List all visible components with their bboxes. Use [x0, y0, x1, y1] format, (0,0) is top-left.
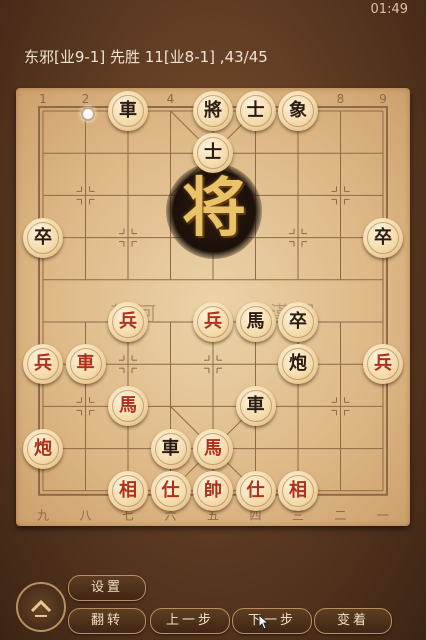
check-emblem: 将 — [166, 163, 262, 259]
top-coord: 1 — [39, 92, 47, 106]
bottom-coord: 八 — [79, 508, 92, 523]
flip-board-button[interactable]: 翻转 — [68, 608, 146, 634]
top-coord: 2 — [81, 92, 90, 106]
piece-label: 兵 — [119, 311, 137, 332]
piece-label: 車 — [76, 353, 95, 375]
piece-label: 馬 — [119, 395, 137, 417]
piece-label: 將 — [204, 100, 222, 121]
menu-toggle-button[interactable] — [16, 582, 66, 632]
piece-red-chariot[interactable]: 車 — [65, 344, 106, 385]
piece-label: 兵 — [374, 353, 392, 375]
piece-label: 馬 — [246, 311, 265, 332]
piece-red-horse[interactable]: 馬 — [108, 386, 148, 427]
mouse-pointer-icon — [258, 614, 270, 630]
chevron-up-icon — [30, 599, 52, 617]
piece-label: 炮 — [289, 353, 307, 375]
piece-label: 馬 — [204, 437, 222, 459]
top-coord: 8 — [336, 92, 345, 106]
piece-label: 卒 — [34, 226, 52, 248]
piece-red-elephant-right[interactable]: 相 — [278, 470, 318, 511]
bottom-coord: 一 — [376, 508, 390, 523]
piece-black-cannon[interactable]: 炮 — [278, 344, 318, 385]
piece-red-soldier-a[interactable]: 兵 — [108, 302, 148, 342]
piece-black-horse[interactable]: 馬 — [235, 302, 276, 342]
piece-label: 仕 — [246, 479, 265, 501]
piece-red-soldier-c[interactable]: 兵 — [23, 344, 63, 385]
piece-red-soldier-b[interactable]: 兵 — [193, 302, 233, 342]
settings-button[interactable]: 设置 — [68, 575, 146, 601]
piece-black-chariot[interactable]: 車 — [108, 91, 148, 131]
piece-label: 炮 — [34, 437, 52, 459]
piece-label: 帥 — [204, 479, 222, 501]
variation-button[interactable]: 变着 — [314, 608, 392, 634]
check-emblem-text: 将 — [182, 171, 246, 246]
bottom-coord: 九 — [36, 508, 50, 523]
piece-label: 相 — [289, 479, 307, 501]
piece-red-elephant-left[interactable]: 相 — [108, 470, 148, 511]
piece-label: 車 — [161, 437, 180, 459]
piece-label: 仕 — [161, 479, 180, 501]
piece-black-soldier-left[interactable]: 卒 — [23, 217, 63, 258]
piece-black-soldier-right[interactable]: 卒 — [363, 217, 403, 258]
piece-label: 相 — [119, 479, 137, 501]
piece-red-soldier-d[interactable]: 兵 — [363, 344, 403, 385]
piece-label: 車 — [119, 100, 137, 121]
piece-red-horse-2[interactable]: 馬 — [193, 428, 233, 469]
piece-black-chariot-2[interactable]: 車 — [235, 386, 276, 427]
piece-black-soldier-center[interactable]: 卒 — [278, 302, 318, 342]
piece-red-advisor-right[interactable]: 仕 — [235, 470, 276, 511]
next-move-button[interactable]: 下一步 — [232, 608, 312, 634]
piece-label: 卒 — [289, 311, 307, 332]
piece-label: 士 — [204, 142, 222, 164]
piece-label: 車 — [246, 395, 265, 417]
piece-label: 士 — [246, 100, 265, 121]
top-coord: 9 — [379, 92, 387, 106]
piece-black-advisor[interactable]: 士 — [235, 91, 276, 131]
piece-red-cannon[interactable]: 炮 — [23, 428, 63, 469]
piece-black-chariot-3[interactable]: 車 — [150, 428, 191, 469]
top-coord: 4 — [166, 92, 175, 106]
previous-move-button[interactable]: 上一步 — [150, 608, 230, 634]
bottom-coord: 二 — [334, 508, 347, 523]
piece-label: 卒 — [374, 226, 392, 248]
piece-red-advisor-left[interactable]: 仕 — [150, 470, 191, 511]
piece-black-general[interactable]: 將 — [193, 91, 233, 131]
piece-label: 兵 — [204, 311, 222, 332]
selection-marker — [81, 107, 95, 121]
status-clock: 01:49 — [370, 2, 408, 17]
piece-label: 象 — [289, 100, 307, 121]
piece-label: 兵 — [34, 353, 52, 375]
piece-black-advisor-2[interactable]: 士 — [193, 133, 233, 174]
piece-red-general[interactable]: 帥 — [193, 470, 233, 511]
game-title: 东邪[业9-1] 先胜 11[业8-1] ,43/45 — [24, 48, 268, 66]
piece-black-elephant[interactable]: 象 — [278, 91, 318, 131]
